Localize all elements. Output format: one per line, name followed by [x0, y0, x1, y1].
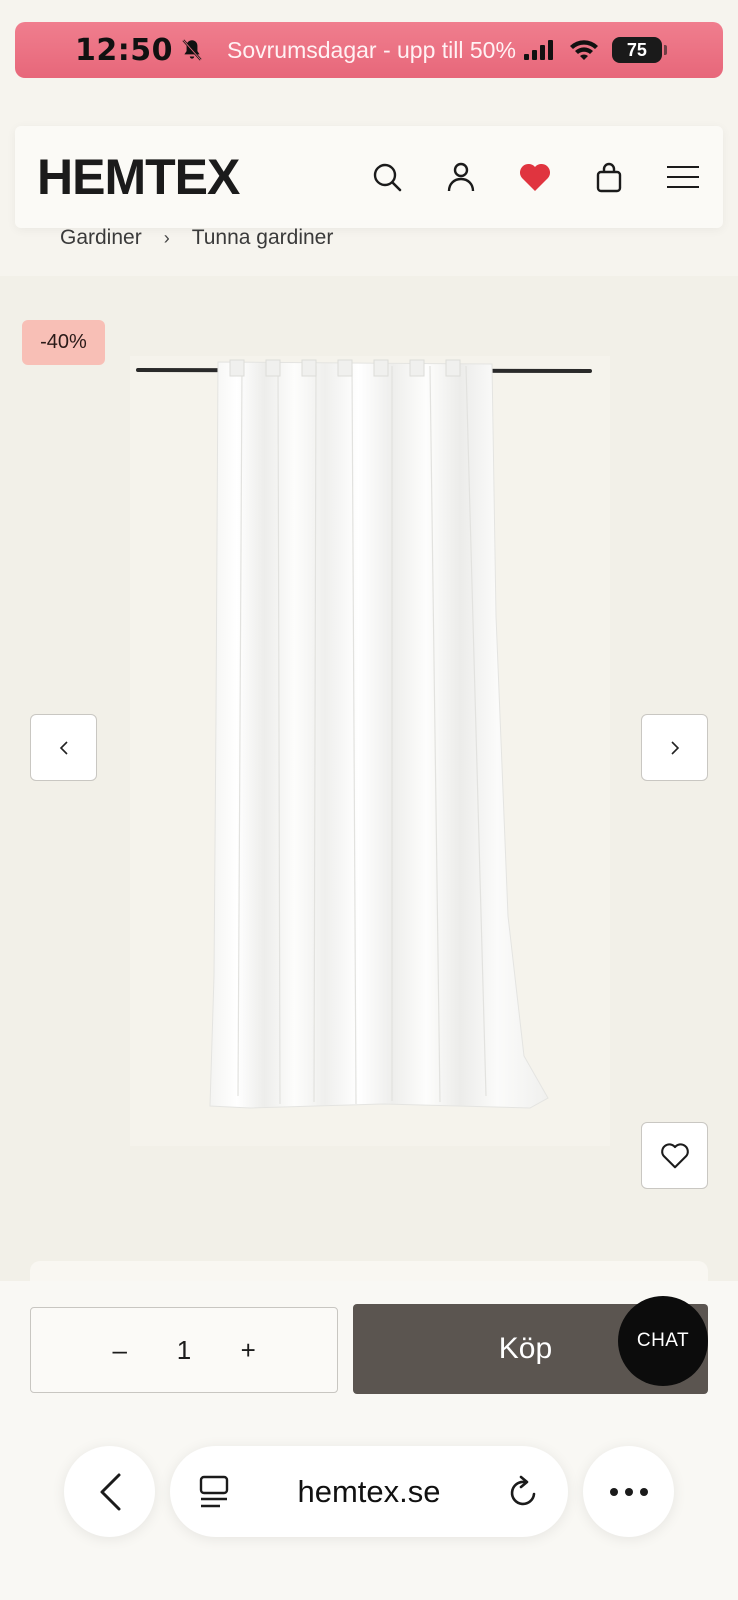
increase-quantity-button[interactable]: + [233, 1335, 263, 1365]
breadcrumb-separator: › [163, 227, 170, 248]
wifi-icon [569, 40, 598, 60]
shopping-bag-icon [596, 162, 622, 193]
product-image-curtain[interactable] [130, 356, 610, 1146]
bell-muted-icon [182, 39, 202, 61]
battery-indicator: 75 [611, 37, 667, 63]
brand-logo[interactable]: HEMTEX [37, 148, 240, 206]
wishlist-heart-icon [519, 163, 551, 191]
gallery-prev-button[interactable] [30, 714, 97, 781]
account-icon [447, 162, 475, 192]
breadcrumb-item-tunna-gardiner[interactable]: Tunna gardiner [192, 226, 334, 250]
cellular-signal-icon [523, 40, 553, 60]
breadcrumb: Gardiner › Tunna gardiner [60, 226, 333, 250]
chevron-left-icon [59, 740, 68, 755]
quantity-stepper: – 1 + [30, 1307, 338, 1393]
url-text[interactable]: hemtex.se [230, 1474, 508, 1510]
reload-icon[interactable] [508, 1475, 540, 1509]
chat-button[interactable]: CHAT [618, 1296, 708, 1386]
add-to-wishlist-button[interactable] [641, 1122, 708, 1189]
gallery-next-button[interactable] [641, 714, 708, 781]
browser-back-button[interactable] [64, 1446, 155, 1537]
minus-icon: – [112, 1334, 127, 1365]
status-time: 12:50 [75, 32, 173, 68]
search-button[interactable] [369, 159, 405, 195]
battery-level: 75 [626, 39, 647, 60]
promo-banner-text[interactable]: Sovrumsdagar - upp till 50% [227, 37, 516, 64]
heart-outline-icon [660, 1142, 689, 1168]
menu-button[interactable] [665, 159, 701, 195]
chevron-right-icon [670, 740, 679, 755]
more-dots-icon [609, 1487, 648, 1496]
status-bar: 12:50 Sovrumsdagar - upp till 50% 75 [15, 22, 723, 78]
header-icon-group [369, 159, 701, 195]
tabs-overview-icon [199, 1475, 229, 1507]
site-header: HEMTEX [15, 126, 723, 228]
wishlist-button[interactable] [517, 159, 553, 195]
decrease-quantity-button[interactable]: – [105, 1335, 135, 1365]
discount-badge: -40% [22, 320, 105, 365]
purchase-bar: – 1 + Köp CHAT [0, 1281, 738, 1600]
cart-button[interactable] [591, 159, 627, 195]
back-arrow-icon [100, 1473, 120, 1510]
quantity-value: 1 [176, 1334, 192, 1365]
breadcrumb-item-gardiner[interactable]: Gardiner [60, 226, 142, 250]
search-icon [373, 163, 402, 192]
hamburger-menu-icon [667, 166, 699, 188]
browser-more-button[interactable] [583, 1446, 674, 1537]
account-button[interactable] [443, 159, 479, 195]
browser-url-bar[interactable]: hemtex.se [170, 1446, 568, 1537]
product-gallery: -40% [0, 276, 738, 1291]
plus-icon: + [240, 1334, 256, 1365]
